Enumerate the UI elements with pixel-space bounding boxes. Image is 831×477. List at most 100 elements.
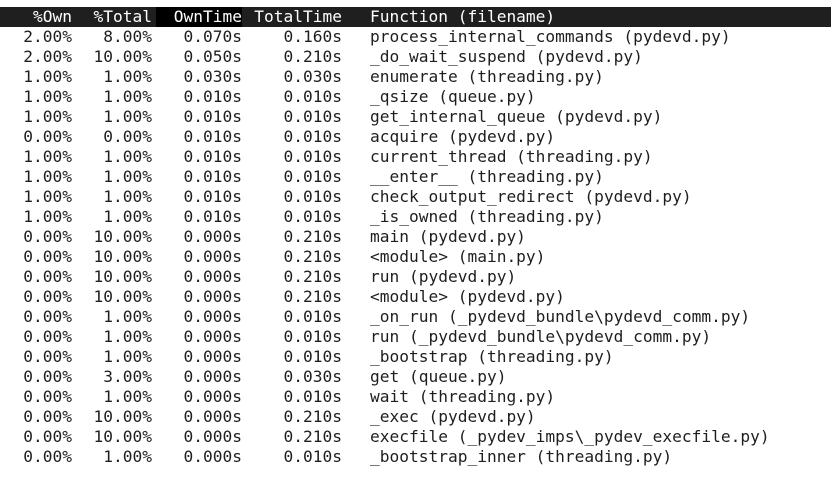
own-time-cell: 0.000s: [183, 427, 242, 446]
total-pct-cell: 1.00%: [103, 347, 152, 366]
table-row[interactable]: 0.00% 10.00% 0.000s 0.210s main (pydevd.py): [0, 227, 831, 247]
own-time-cell: 0.000s: [183, 307, 242, 326]
own-pct-cell: 0.00%: [23, 327, 72, 346]
own-time-cell: 0.010s: [183, 167, 242, 186]
table-row[interactable]: 0.00% 1.00% 0.000s 0.010s wait (threading.py…: [0, 387, 831, 407]
total-time-cell: 0.010s: [283, 87, 342, 106]
own-time-cell: 0.010s: [183, 127, 242, 146]
function-cell: <module> (main.py): [370, 247, 546, 266]
own-pct-cell: 0.00%: [23, 387, 72, 406]
function-cell: run (pydevd.py): [370, 267, 517, 286]
total-time-cell: 0.210s: [283, 267, 342, 286]
own-pct-cell: 0.00%: [23, 267, 72, 286]
table-row[interactable]: 0.00% 0.00% 0.010s 0.010s acquire (pydevd.py…: [0, 127, 831, 147]
function-cell: enumerate (threading.py): [370, 67, 604, 86]
column-header-own-pct[interactable]: %Own: [4, 7, 72, 27]
function-cell: _do_wait_suspend (pydevd.py): [370, 47, 643, 66]
own-time-cell: 0.000s: [183, 447, 242, 466]
own-pct-cell: 1.00%: [23, 207, 72, 226]
own-pct-cell: 1.00%: [23, 147, 72, 166]
function-cell: wait (threading.py): [370, 387, 556, 406]
total-time-cell: 0.010s: [283, 147, 342, 166]
column-header-own-time[interactable]: OwnTime: [156, 7, 242, 27]
own-time-cell: 0.000s: [183, 287, 242, 306]
table-row[interactable]: 1.00% 1.00% 0.010s 0.010s get_internal_queue…: [0, 107, 831, 127]
own-time-cell: 0.010s: [183, 207, 242, 226]
own-time-cell: 0.030s: [183, 67, 242, 86]
table-body: 2.00% 8.00% 0.070s 0.160s process_internal_c…: [0, 27, 831, 467]
function-cell: _exec (pydevd.py): [370, 407, 536, 426]
own-time-cell: 0.000s: [183, 407, 242, 426]
table-row[interactable]: 2.00% 8.00% 0.070s 0.160s process_internal_c…: [0, 27, 831, 47]
own-time-cell: 0.050s: [183, 47, 242, 66]
own-pct-cell: 1.00%: [23, 67, 72, 86]
own-pct-cell: 0.00%: [23, 127, 72, 146]
function-cell: <module> (pydevd.py): [370, 287, 565, 306]
table-row[interactable]: 0.00% 1.00% 0.000s 0.010s _bootstrap_inner (…: [0, 447, 831, 467]
table-row[interactable]: 0.00% 10.00% 0.000s 0.210s <module> (pydevd.…: [0, 287, 831, 307]
table-row[interactable]: 0.00% 1.00% 0.000s 0.010s run (_pydevd_bundl…: [0, 327, 831, 347]
total-pct-cell: 1.00%: [103, 107, 152, 126]
table-row[interactable]: 0.00% 1.00% 0.000s 0.010s _bootstrap (thread…: [0, 347, 831, 367]
own-time-cell: 0.000s: [183, 267, 242, 286]
function-cell: execfile (_pydev_imps\_pydev_execfile.py…: [370, 427, 770, 446]
column-header-total-time[interactable]: TotalTime: [246, 7, 342, 27]
own-time-cell: 0.000s: [183, 387, 242, 406]
table-row[interactable]: 0.00% 10.00% 0.000s 0.210s execfile (_pydev_…: [0, 427, 831, 447]
table-header: %Own %Total OwnTime TotalTime Function (…: [0, 7, 831, 27]
total-time-cell: 0.210s: [283, 287, 342, 306]
function-cell: check_output_redirect (pydevd.py): [370, 187, 692, 206]
table-row[interactable]: 1.00% 1.00% 0.010s 0.010s _qsize (queue.py): [0, 87, 831, 107]
total-pct-cell: 1.00%: [103, 187, 152, 206]
own-pct-cell: 0.00%: [23, 347, 72, 366]
total-pct-cell: 1.00%: [103, 387, 152, 406]
own-pct-cell: 1.00%: [23, 187, 72, 206]
total-pct-cell: 10.00%: [93, 47, 152, 66]
total-time-cell: 0.010s: [283, 127, 342, 146]
function-cell: run (_pydevd_bundle\pydevd_comm.py): [370, 327, 712, 346]
own-pct-cell: 0.00%: [23, 287, 72, 306]
function-cell: current_thread (threading.py): [370, 147, 653, 166]
table-row[interactable]: 2.00% 10.00% 0.050s 0.210s _do_wait_suspend …: [0, 47, 831, 67]
column-header-total-pct[interactable]: %Total: [76, 7, 152, 27]
table-row[interactable]: 1.00% 1.00% 0.010s 0.010s _is_owned (threadi…: [0, 207, 831, 227]
function-cell: acquire (pydevd.py): [370, 127, 556, 146]
total-time-cell: 0.010s: [283, 187, 342, 206]
own-pct-cell: 1.00%: [23, 107, 72, 126]
function-cell: main (pydevd.py): [370, 227, 526, 246]
table-row[interactable]: 0.00% 3.00% 0.000s 0.030s get (queue.py): [0, 367, 831, 387]
table-row[interactable]: 0.00% 1.00% 0.000s 0.010s _on_run (_pydevd_b…: [0, 307, 831, 327]
function-cell: _is_owned (threading.py): [370, 207, 604, 226]
table-row[interactable]: 0.00% 10.00% 0.000s 0.210s _exec (pydevd.py): [0, 407, 831, 427]
own-time-cell: 0.000s: [183, 247, 242, 266]
own-time-cell: 0.010s: [183, 187, 242, 206]
total-time-cell: 0.010s: [283, 107, 342, 126]
own-pct-cell: 1.00%: [23, 167, 72, 186]
total-time-cell: 0.160s: [283, 27, 342, 46]
total-pct-cell: 1.00%: [103, 67, 152, 86]
table-row[interactable]: 1.00% 1.00% 0.010s 0.010s current_thread (th…: [0, 147, 831, 167]
table-row[interactable]: 1.00% 1.00% 0.010s 0.010s check_output_redir…: [0, 187, 831, 207]
own-pct-cell: 0.00%: [23, 247, 72, 266]
function-cell: _bootstrap (threading.py): [370, 347, 614, 366]
own-time-cell: 0.000s: [183, 227, 242, 246]
total-pct-cell: 1.00%: [103, 87, 152, 106]
own-time-cell: 0.000s: [183, 367, 242, 386]
own-pct-cell: 0.00%: [23, 407, 72, 426]
own-pct-cell: 0.00%: [23, 307, 72, 326]
own-time-cell: 0.010s: [183, 107, 242, 126]
table-row[interactable]: 0.00% 10.00% 0.000s 0.210s <module> (main.py…: [0, 247, 831, 267]
own-time-cell: 0.070s: [183, 27, 242, 46]
column-header-function[interactable]: Function (filename): [370, 7, 825, 27]
total-time-cell: 0.010s: [283, 347, 342, 366]
total-time-cell: 0.210s: [283, 47, 342, 66]
total-pct-cell: 10.00%: [93, 227, 152, 246]
table-row[interactable]: 1.00% 1.00% 0.010s 0.010s __enter__ (threadi…: [0, 167, 831, 187]
total-time-cell: 0.210s: [283, 407, 342, 426]
table-row[interactable]: 0.00% 10.00% 0.000s 0.210s run (pydevd.py): [0, 267, 831, 287]
own-pct-cell: 2.00%: [23, 47, 72, 66]
table-row[interactable]: 1.00% 1.00% 0.030s 0.030s enumerate (threadi…: [0, 67, 831, 87]
function-cell: get (queue.py): [370, 367, 507, 386]
own-pct-cell: 0.00%: [23, 367, 72, 386]
function-cell: __enter__ (threading.py): [370, 167, 604, 186]
